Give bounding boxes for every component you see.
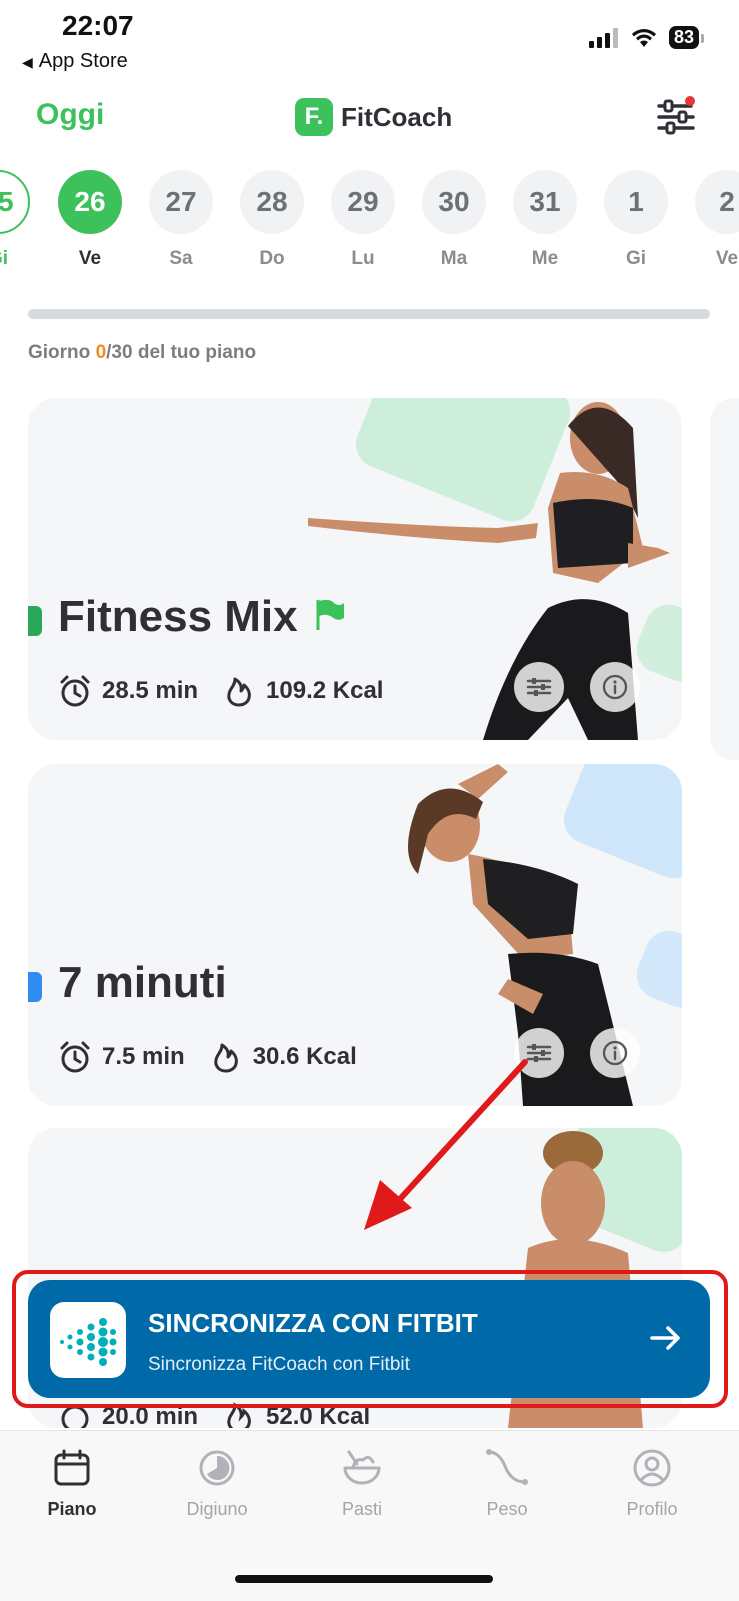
- sync-fitbit-banner[interactable]: SINCRONIZZA CON FITBIT Sincronizza FitCo…: [28, 1280, 710, 1398]
- day-item[interactable]: 30 Ma: [422, 170, 486, 270]
- plan-current-day: 0: [95, 342, 107, 363]
- back-to-app-store[interactable]: ◀ App Store: [22, 50, 128, 73]
- tab-label: Peso: [486, 1499, 528, 1519]
- day-label: Ve: [715, 248, 739, 269]
- day-item[interactable]: 2 Ve: [695, 170, 739, 270]
- day-selector: 25 Gi 26 Ve 27 Sa 28 Do 29 Lu 30 Ma 31 M…: [0, 170, 739, 280]
- day-number: 2: [695, 170, 739, 234]
- customize-workout-button[interactable]: [514, 662, 564, 712]
- day-item-selected[interactable]: 26 Ve: [58, 170, 122, 270]
- day-label: Me: [531, 248, 559, 269]
- day-item[interactable]: 28 Do: [240, 170, 304, 270]
- info-icon: [602, 674, 628, 700]
- day-number: 28: [240, 170, 304, 234]
- plan-progress-bar: [28, 309, 710, 319]
- tab-label: Profilo: [626, 1499, 678, 1519]
- flame-icon: [214, 1043, 238, 1073]
- day-number: 26: [58, 170, 122, 234]
- signal-icon: [588, 27, 618, 48]
- battery-indicator: 83: [668, 26, 705, 49]
- workout-title: 7 minuti: [58, 958, 227, 1007]
- alarm-clock-icon: [60, 675, 90, 707]
- calendar-icon: [54, 1449, 90, 1486]
- plan-progress-text: Giorno 0/30 del tuo piano: [28, 342, 256, 364]
- tab-digiuno[interactable]: Digiuno: [157, 1441, 277, 1520]
- workout-title-text: Fitness Mix: [58, 592, 298, 641]
- day-label: Ma: [440, 248, 468, 269]
- back-triangle-icon: ◀: [22, 54, 33, 70]
- day-label: Ve: [78, 248, 102, 269]
- day-item[interactable]: 1 Gi: [604, 170, 668, 270]
- profile-icon: [633, 1449, 671, 1487]
- home-indicator[interactable]: [235, 1575, 493, 1583]
- workout-calories: 109.2 Kcal: [266, 677, 384, 704]
- workout-duration: 7.5 min: [102, 1043, 185, 1070]
- day-number: 25: [0, 170, 30, 234]
- sliders-icon: [526, 678, 552, 696]
- day-number: 31: [513, 170, 577, 234]
- workout-title: Fitness Mix: [58, 592, 346, 642]
- fitbit-logo-icon: [50, 1302, 126, 1378]
- day-label: Gi: [625, 248, 647, 269]
- annotation-arrow-icon: [364, 1059, 528, 1230]
- fasting-clock-icon: [199, 1450, 235, 1486]
- plan-suffix: /30 del tuo piano: [106, 342, 257, 363]
- workout-card-fitness-mix[interactable]: Fitness Mix 28.5 min 109.2 Kcal: [28, 398, 682, 740]
- day-number: 29: [331, 170, 395, 234]
- card-accent-bar: [28, 606, 42, 636]
- day-number: 1: [604, 170, 668, 234]
- day-label: Gi: [0, 248, 9, 269]
- day-item[interactable]: 25 Gi: [0, 170, 30, 270]
- app-brand: F. FitCoach: [295, 98, 452, 136]
- workout-stats: 7.5 min 30.6 Kcal: [58, 1040, 357, 1074]
- status-time: 22:07: [62, 10, 134, 41]
- tab-pasti[interactable]: Pasti: [302, 1441, 422, 1520]
- status-icons: 83: [588, 26, 705, 49]
- tab-label: Pasti: [341, 1499, 383, 1519]
- day-item[interactable]: 31 Me: [513, 170, 577, 270]
- tab-peso[interactable]: Peso: [447, 1441, 567, 1520]
- day-label: Do: [259, 248, 285, 269]
- fitcoach-logo-icon: F.: [295, 98, 333, 136]
- alarm-clock-icon: [60, 1041, 90, 1073]
- flame-icon: [227, 677, 251, 707]
- filter-settings-button[interactable]: [655, 96, 697, 138]
- info-icon: [602, 1040, 628, 1066]
- tab-label: Digiuno: [186, 1499, 248, 1519]
- workout-calories: 30.6 Kcal: [252, 1043, 357, 1070]
- bowl-icon: [343, 1450, 381, 1485]
- workout-duration: 28.5 min: [102, 677, 199, 704]
- day-item[interactable]: 29 Lu: [331, 170, 395, 270]
- tab-piano[interactable]: Piano: [12, 1441, 132, 1520]
- weight-curve-icon: [486, 1449, 528, 1485]
- day-number: 30: [422, 170, 486, 234]
- wifi-icon: [631, 28, 656, 47]
- tab-profilo[interactable]: Profilo: [592, 1441, 712, 1520]
- day-number: 27: [149, 170, 213, 234]
- banner-subtitle: Sincronizza FitCoach con Fitbit: [148, 1354, 410, 1375]
- banner-title: SINCRONIZZA CON FITBIT: [148, 1308, 478, 1338]
- card-accent-bar: [28, 972, 42, 1002]
- back-label: App Store: [38, 50, 128, 72]
- day-label: Sa: [169, 248, 193, 269]
- flag-icon: [316, 599, 344, 630]
- day-label: Lu: [351, 248, 375, 269]
- workout-stats: 28.5 min 109.2 Kcal: [58, 674, 383, 708]
- workout-info-button[interactable]: [590, 1028, 640, 1078]
- tab-label: Piano: [47, 1499, 97, 1519]
- workout-info-button[interactable]: [590, 662, 640, 712]
- day-item[interactable]: 27 Sa: [149, 170, 213, 270]
- brand-name: FitCoach: [341, 101, 453, 132]
- sliders-icon: [657, 96, 695, 135]
- today-button[interactable]: Oggi: [36, 98, 104, 132]
- plan-prefix: Giorno: [28, 342, 96, 363]
- arrow-right-icon: [650, 1326, 680, 1350]
- next-card-peek[interactable]: [710, 398, 739, 760]
